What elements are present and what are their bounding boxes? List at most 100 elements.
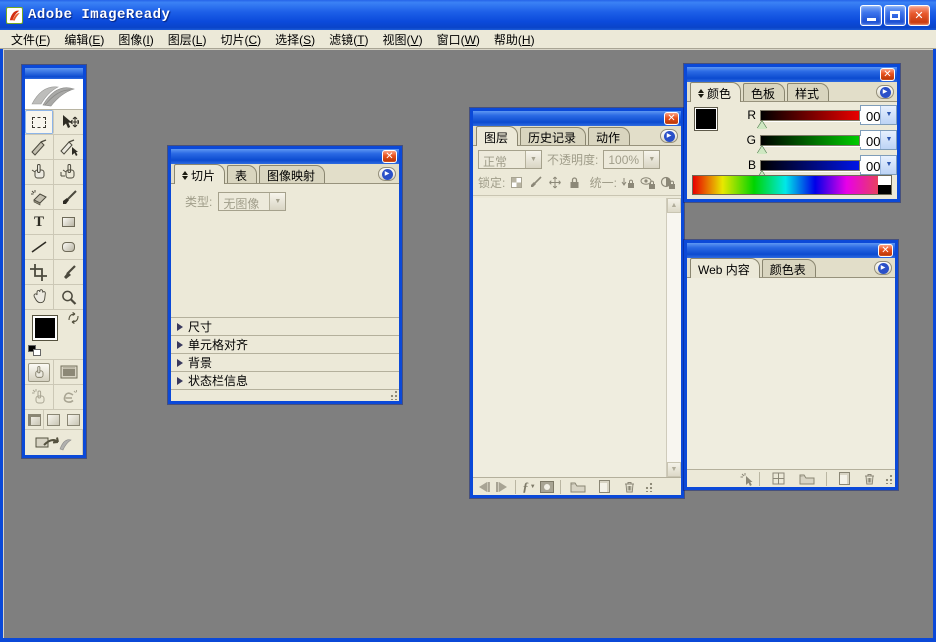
- blue-value-dropdown[interactable]: 00 ▼: [860, 155, 897, 175]
- red-value-dropdown[interactable]: 00 ▼: [860, 105, 897, 125]
- tool-slice[interactable]: [25, 135, 54, 159]
- green-slider-bar[interactable]: [760, 135, 860, 146]
- section-status-bar-info[interactable]: 状态栏信息: [171, 371, 399, 389]
- tab-history[interactable]: 历史记录: [520, 127, 586, 145]
- tool-slice-select[interactable]: [54, 135, 83, 159]
- menu-file[interactable]: 文件(F): [4, 30, 57, 49]
- resize-grip[interactable]: [643, 482, 653, 492]
- tool-paintbrush[interactable]: [54, 185, 83, 209]
- tab-web-content[interactable]: Web 内容: [690, 258, 760, 278]
- menu-filter[interactable]: 滤镜(T): [322, 30, 375, 49]
- foreground-color-swatch[interactable]: [32, 315, 58, 341]
- color-palette-titlebar[interactable]: ✕: [687, 67, 897, 82]
- tab-color-table[interactable]: 颜色表: [762, 259, 816, 277]
- slice-palette-close-button[interactable]: ✕: [382, 150, 397, 163]
- tab-table[interactable]: 表: [227, 165, 257, 183]
- layers-palette-menu-button[interactable]: ▶: [660, 129, 678, 143]
- screen-mode-fullscreen-button[interactable]: [64, 410, 83, 430]
- color-spectrum-ramp[interactable]: [692, 175, 892, 195]
- tool-eyedropper[interactable]: [54, 260, 83, 284]
- layers-palette-close-button[interactable]: ✕: [664, 112, 679, 125]
- toggle-slices-visibility-button[interactable]: [25, 385, 54, 409]
- blue-slider-bar[interactable]: [760, 160, 860, 171]
- section-background[interactable]: 背景: [171, 353, 399, 371]
- screen-mode-standard-button[interactable]: [25, 410, 44, 430]
- default-colors-icon[interactable]: [28, 345, 41, 356]
- tool-rounded-rectangle[interactable]: [54, 235, 83, 259]
- web-palette-close-button[interactable]: ✕: [878, 244, 893, 257]
- menu-help[interactable]: 帮助(H): [487, 30, 542, 49]
- resize-grip[interactable]: [883, 474, 893, 484]
- rollover-state-button[interactable]: [737, 471, 755, 487]
- menu-select[interactable]: 选择(S): [268, 30, 322, 49]
- preview-document-button[interactable]: [54, 360, 83, 384]
- new-group-button[interactable]: [792, 471, 822, 487]
- tool-line[interactable]: [25, 235, 54, 259]
- minimize-button[interactable]: [860, 5, 882, 26]
- lock-position-button[interactable]: [547, 175, 562, 190]
- menu-image[interactable]: 图像(I): [111, 30, 160, 49]
- web-palette-menu-button[interactable]: ▶: [874, 261, 892, 275]
- tab-layers[interactable]: 图层: [476, 126, 518, 146]
- tab-styles[interactable]: 样式: [787, 83, 829, 101]
- lock-image-button[interactable]: [528, 175, 543, 190]
- jump-to-photoshop-button[interactable]: [25, 430, 83, 455]
- foreground-color-swatch[interactable]: [694, 107, 718, 131]
- tool-image-map[interactable]: [25, 160, 54, 184]
- menu-window[interactable]: 窗口(W): [430, 30, 487, 49]
- menu-edit[interactable]: 编辑(E): [57, 30, 111, 49]
- menu-view[interactable]: 视图(V): [376, 30, 430, 49]
- white-black-swatches[interactable]: [878, 176, 891, 194]
- maximize-button[interactable]: [884, 5, 906, 26]
- web-palette-titlebar[interactable]: ✕: [687, 243, 895, 258]
- add-layer-mask-button[interactable]: [538, 479, 556, 495]
- tool-hand[interactable]: [25, 285, 54, 309]
- tool-eraser[interactable]: [25, 185, 54, 209]
- lock-all-button[interactable]: [567, 175, 582, 190]
- preview-in-browser-button[interactable]: [54, 385, 83, 409]
- group-slices-button[interactable]: [764, 471, 792, 487]
- color-palette-menu-button[interactable]: ▶: [876, 85, 894, 99]
- unify-visibility-button[interactable]: [640, 175, 656, 190]
- swap-colors-icon[interactable]: [67, 312, 80, 324]
- delete-layer-button[interactable]: [617, 479, 641, 495]
- slice-palette-menu-button[interactable]: ▶: [378, 167, 396, 181]
- layers-list-area[interactable]: [473, 198, 666, 477]
- menu-layer[interactable]: 图层(L): [161, 30, 214, 49]
- tab-actions[interactable]: 动作: [588, 127, 630, 145]
- resize-grip[interactable]: [388, 390, 398, 400]
- toggle-image-maps-visibility-button[interactable]: [25, 360, 54, 384]
- tool-type[interactable]: T: [25, 210, 54, 234]
- toolbox-drag-bar[interactable]: [25, 68, 83, 79]
- opacity-dropdown[interactable]: 100% ▼: [603, 150, 660, 169]
- slice-palette-titlebar[interactable]: ✕: [171, 149, 399, 164]
- tool-zoom[interactable]: [54, 285, 83, 309]
- red-slider-handle[interactable]: [757, 121, 767, 129]
- tab-color[interactable]: 颜色: [690, 82, 741, 102]
- section-dimensions[interactable]: 尺寸: [171, 317, 399, 335]
- color-palette-close-button[interactable]: ✕: [880, 68, 895, 81]
- new-item-button[interactable]: [831, 471, 857, 487]
- screen-mode-fullscreen-menubar-button[interactable]: [44, 410, 63, 430]
- tool-rectangle-marquee[interactable]: [25, 110, 54, 134]
- green-slider-handle[interactable]: [757, 146, 767, 154]
- scroll-up-button[interactable]: ▲: [667, 198, 681, 213]
- lock-transparency-button[interactable]: [509, 175, 524, 190]
- window-titlebar[interactable]: Adobe ImageReady ✕: [0, 0, 936, 30]
- tool-move[interactable]: [54, 110, 83, 134]
- new-group-button[interactable]: [565, 479, 591, 495]
- unify-style-button[interactable]: [660, 175, 676, 190]
- red-slider-bar[interactable]: [760, 110, 860, 121]
- slice-type-dropdown[interactable]: 无图像 ▼: [218, 192, 286, 211]
- green-value-dropdown[interactable]: 00 ▼: [860, 130, 897, 150]
- imageready-feather-logo[interactable]: [25, 79, 83, 110]
- section-cell-alignment[interactable]: 单元格对齐: [171, 335, 399, 353]
- layers-scrollbar[interactable]: ▲ ▼: [666, 198, 681, 477]
- unify-position-button[interactable]: [621, 175, 636, 190]
- menu-slice[interactable]: 切片(C): [213, 30, 268, 49]
- next-frame-button[interactable]: [493, 479, 511, 495]
- previous-frame-button[interactable]: [475, 479, 493, 495]
- hue-gradient[interactable]: [693, 176, 878, 194]
- scroll-down-button[interactable]: ▼: [667, 462, 681, 477]
- tab-slice[interactable]: 切片: [174, 164, 225, 184]
